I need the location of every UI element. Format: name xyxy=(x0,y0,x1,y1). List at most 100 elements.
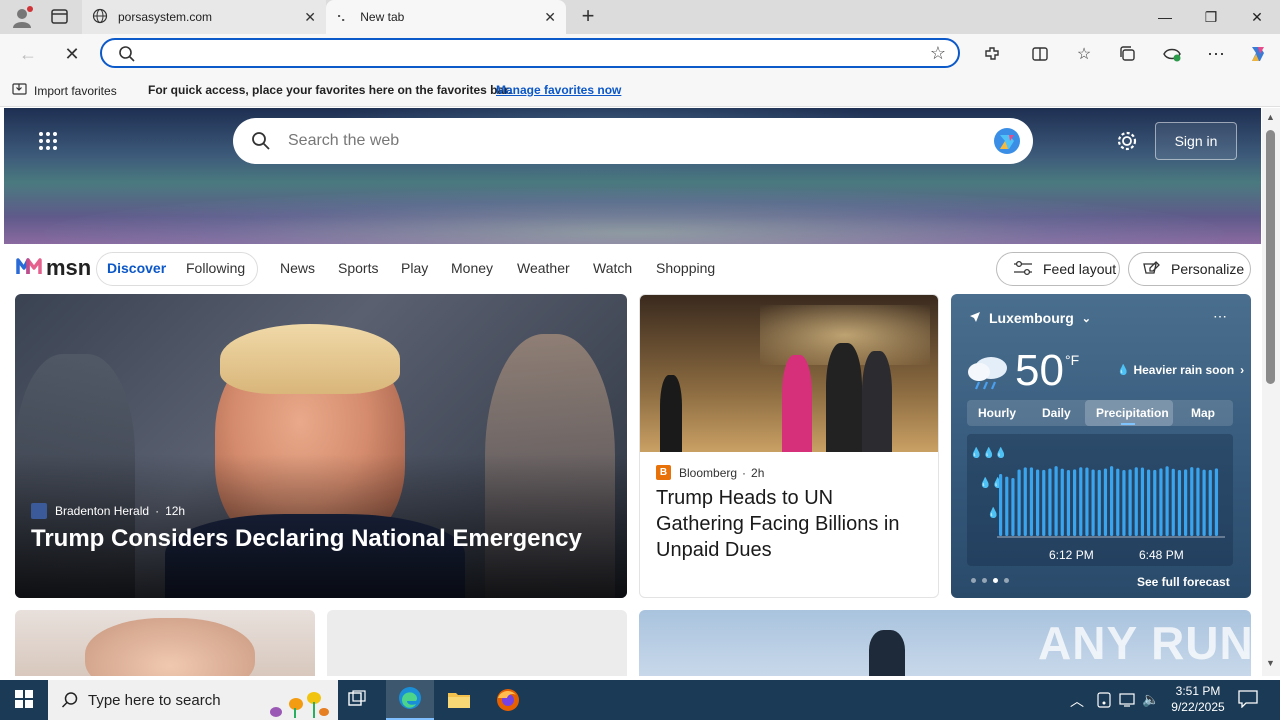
tab-title: porsasystem.com xyxy=(118,10,213,24)
precipitation-bar xyxy=(1165,466,1169,536)
notifications-icon[interactable] xyxy=(1238,690,1258,711)
precipitation-bar xyxy=(1116,468,1120,536)
tab-following[interactable]: Following xyxy=(186,260,245,276)
file-explorer-icon[interactable] xyxy=(447,690,471,713)
rain-alert[interactable]: 💧 Heavier rain soon › xyxy=(1117,363,1244,377)
precipitation-bar xyxy=(1017,469,1021,536)
minimize-button[interactable]: — xyxy=(1142,0,1188,34)
taskbar-search-box[interactable]: Type here to search xyxy=(48,680,338,720)
tab-new-tab[interactable]: ⠢ New tab ✕ xyxy=(326,0,566,34)
nav-play[interactable]: Play xyxy=(401,260,428,276)
tab-daily[interactable]: Daily xyxy=(1042,406,1071,420)
restore-button[interactable]: ❐ xyxy=(1188,0,1234,34)
nav-shopping[interactable]: Shopping xyxy=(656,260,715,276)
show-hidden-icons-icon[interactable]: ︿ xyxy=(1070,691,1084,711)
time-label-1: 6:12 PM xyxy=(1049,548,1094,562)
precipitation-bar xyxy=(1066,469,1071,536)
tab-precipitation[interactable]: Precipitation xyxy=(1096,406,1169,420)
personalize-button[interactable]: Personalize xyxy=(1128,252,1251,286)
favorites-bar-message: For quick access, place your favorites h… xyxy=(148,83,512,97)
copilot-icon[interactable] xyxy=(991,125,1023,160)
tab-map[interactable]: Map xyxy=(1191,406,1215,420)
weather-card[interactable]: Luxembourg ⌄ ⋯ 50 °F 💧 Heavier rain soon… xyxy=(951,294,1251,598)
sign-in-button[interactable]: Sign in xyxy=(1155,122,1237,160)
import-favorites-button[interactable]: Import favorites xyxy=(12,82,117,99)
copilot-icon[interactable] xyxy=(1246,42,1270,66)
separator-dot: · xyxy=(155,504,160,518)
news-card-second[interactable]: B Bloomberg · 2h Trump Heads to UN Gathe… xyxy=(639,294,939,598)
photo-un-assembly xyxy=(640,295,938,452)
precipitation-bar xyxy=(1171,468,1175,536)
feed-layout-button[interactable]: Feed layout xyxy=(996,252,1120,286)
stop-loading-icon[interactable]: ✕ xyxy=(60,42,84,66)
news-card-portrait[interactable] xyxy=(15,610,315,676)
tab-actions-icon[interactable] xyxy=(50,8,70,26)
dot[interactable] xyxy=(1004,578,1009,583)
favorite-star-icon[interactable]: ☆ xyxy=(930,43,946,64)
firefox-icon[interactable] xyxy=(496,688,520,715)
headline[interactable]: Trump Heads to UN Gathering Facing Billi… xyxy=(656,485,926,563)
carousel-dots[interactable] xyxy=(971,578,1009,583)
source-name: Bloomberg xyxy=(679,465,738,480)
manage-favorites-link[interactable]: Manage favorites now xyxy=(496,83,621,97)
system-tray-device-icon[interactable] xyxy=(1096,692,1112,711)
news-card-main[interactable]: Bradenton Herald · 12h Trump Considers D… xyxy=(15,294,627,598)
tab-porsasystem[interactable]: porsasystem.com ✕ xyxy=(82,0,326,34)
more-menu-icon[interactable]: ⋯ xyxy=(1204,42,1228,66)
profile-icon[interactable] xyxy=(10,5,34,29)
location-row[interactable]: Luxembourg ⌄ xyxy=(969,310,1091,326)
browser-essentials-icon[interactable] xyxy=(1160,42,1184,66)
msn-logo-text: msn xyxy=(46,254,92,280)
taskbar-clock[interactable]: 3:51 PM 9/22/2025 xyxy=(1166,683,1230,715)
nav-money[interactable]: Money xyxy=(451,260,493,276)
settings-icon[interactable] xyxy=(1116,130,1138,155)
source-row: B Bloomberg · 2h xyxy=(656,465,764,480)
msn-search-box[interactable]: Search the web xyxy=(233,118,1033,164)
extensions-icon[interactable] xyxy=(980,42,1004,66)
dot-active[interactable] xyxy=(993,578,998,583)
scroll-down-icon[interactable]: ▼ xyxy=(1266,658,1275,668)
msn-search-input[interactable]: Search the web xyxy=(288,132,399,150)
precipitation-bar xyxy=(1208,469,1212,536)
msn-logo[interactable]: msn xyxy=(16,254,91,281)
precipitation-bar xyxy=(1005,476,1009,536)
import-favorites-label: Import favorites xyxy=(34,83,117,98)
network-icon[interactable] xyxy=(1118,692,1136,711)
news-card-placeholder[interactable] xyxy=(327,610,627,676)
collections-icon[interactable] xyxy=(1116,42,1140,66)
close-window-button[interactable]: ✕ xyxy=(1234,0,1280,34)
close-tab-icon[interactable]: ✕ xyxy=(544,9,556,26)
taskbar-edge-button[interactable] xyxy=(386,680,434,720)
page-scrollbar[interactable]: ▲ ▼ xyxy=(1262,108,1280,676)
nav-watch[interactable]: Watch xyxy=(593,260,632,276)
favorites-icon[interactable]: ☆ xyxy=(1072,42,1096,66)
tab-hourly[interactable]: Hourly xyxy=(978,406,1016,420)
precipitation-bar xyxy=(1128,469,1132,536)
nav-sports[interactable]: Sports xyxy=(338,260,378,276)
start-button[interactable] xyxy=(0,680,48,720)
photo-tower xyxy=(869,630,905,676)
see-full-forecast-link[interactable]: See full forecast xyxy=(1137,575,1230,589)
precipitation-bar xyxy=(1023,467,1027,536)
temperature-unit[interactable]: °F xyxy=(1065,352,1079,368)
address-bar[interactable]: ☆ xyxy=(100,38,960,68)
task-view-icon[interactable] xyxy=(348,690,370,713)
precipitation-bar xyxy=(1190,467,1194,536)
scroll-up-icon[interactable]: ▲ xyxy=(1266,112,1275,122)
new-tab-button[interactable]: + xyxy=(576,4,600,28)
back-icon[interactable]: ← xyxy=(16,42,40,66)
nav-weather[interactable]: Weather xyxy=(517,260,570,276)
scroll-thumb[interactable] xyxy=(1266,130,1275,384)
tab-discover[interactable]: Discover xyxy=(107,260,166,276)
apps-launcher-icon[interactable] xyxy=(38,131,58,151)
nav-news[interactable]: News xyxy=(280,260,315,276)
close-tab-icon[interactable]: ✕ xyxy=(304,9,316,26)
more-options-icon[interactable]: ⋯ xyxy=(1213,308,1227,325)
taskbar-search-input[interactable]: Type here to search xyxy=(88,692,221,709)
dot[interactable] xyxy=(971,578,976,583)
dot[interactable] xyxy=(982,578,987,583)
volume-icon[interactable]: 🔈 xyxy=(1142,691,1159,708)
headline[interactable]: Trump Considers Declaring National Emerg… xyxy=(31,525,582,553)
precipitation-bar xyxy=(1054,466,1058,536)
split-screen-icon[interactable] xyxy=(1028,42,1052,66)
